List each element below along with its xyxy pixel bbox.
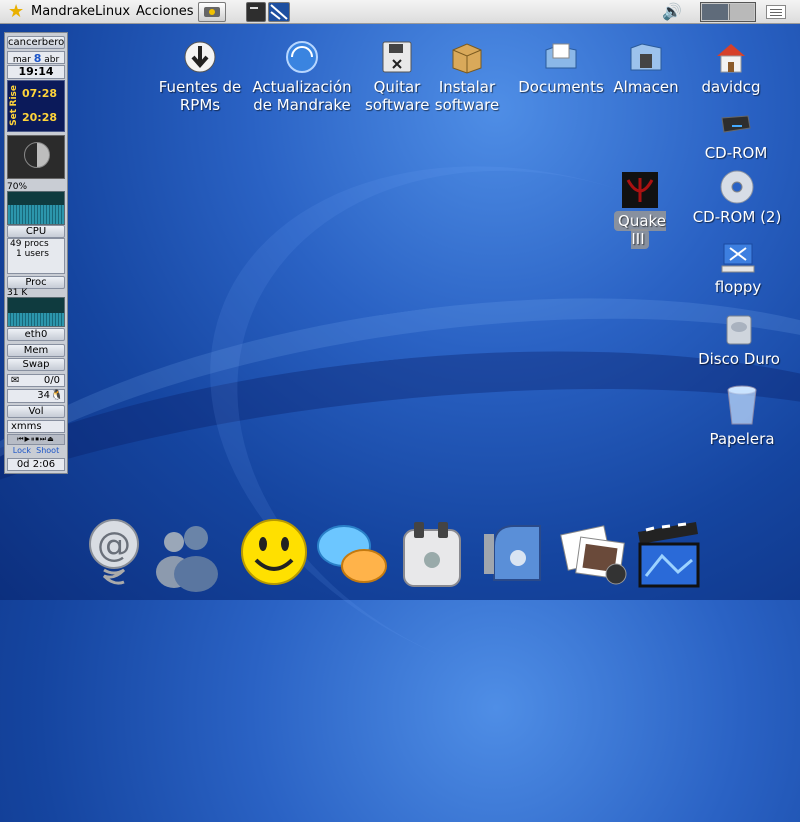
- net-rate: 31 K: [7, 288, 28, 298]
- host-label: cancerbero: [7, 36, 65, 49]
- home-icon: [713, 40, 749, 74]
- terminal-icon[interactable]: [246, 2, 266, 22]
- distro-menu[interactable]: MandrakeLinux: [31, 3, 130, 21]
- xmms-controls[interactable]: ⏮▶⏸⏹⏭⏏: [7, 434, 65, 445]
- kde-control-icon[interactable]: [268, 2, 290, 22]
- mail-icon[interactable]: @: [80, 516, 154, 592]
- workspace-pager[interactable]: [700, 2, 756, 22]
- net-graph: [7, 297, 65, 327]
- desktop-icon-cdrom[interactable]: CD-ROM: [696, 106, 776, 162]
- chat-icon[interactable]: [316, 516, 390, 592]
- xmms-label: xmms: [7, 420, 65, 433]
- desktop-icon-almacen[interactable]: Almacen: [610, 40, 682, 96]
- storage-folder-icon: [628, 40, 664, 74]
- desktop-icon-floppy[interactable]: floppy: [700, 240, 776, 296]
- desktop-icon-quake[interactable]: Quake III: [604, 172, 676, 249]
- workspace-1[interactable]: [702, 4, 728, 20]
- svg-text:@: @: [97, 525, 131, 565]
- movie-icon[interactable]: [632, 516, 706, 592]
- uptime: 0d 2:06: [7, 458, 65, 471]
- top-panel: ★ MandrakeLinux Acciones 🔊: [0, 0, 800, 24]
- desktop-icon-documents[interactable]: Documents: [516, 40, 606, 96]
- moon-phase-icon: [7, 135, 65, 179]
- cd-disc-icon: [719, 170, 755, 204]
- cpu-label[interactable]: CPU: [7, 225, 65, 238]
- mem-label[interactable]: Mem: [7, 344, 65, 357]
- folder-documents-icon: [543, 40, 579, 74]
- speaker-icon[interactable]: 🔊: [662, 2, 686, 22]
- run-dialog-icon[interactable]: [198, 2, 226, 22]
- harddisk-icon: [721, 312, 757, 346]
- desktop-icon-remove-software[interactable]: Quitar software: [365, 40, 429, 114]
- desktop-icon-install-software[interactable]: Instalar software: [432, 40, 502, 114]
- trash-can-icon: [724, 384, 760, 426]
- volume-label[interactable]: Vol: [7, 405, 65, 418]
- cpu-graph: [7, 191, 65, 225]
- desktop-icon-home[interactable]: davidcg: [696, 40, 766, 96]
- desktop-icon-trash[interactable]: Papelera: [700, 384, 784, 448]
- toaster-icon[interactable]: [398, 516, 472, 592]
- update-globe-icon: [284, 40, 320, 74]
- mail-count[interactable]: ✉ 0/0: [7, 374, 65, 387]
- lock-shoot[interactable]: Lock Shoot: [7, 446, 65, 457]
- proc-graph: 49 procs 1 users: [7, 238, 65, 274]
- star-icon[interactable]: ★: [8, 2, 27, 21]
- package-box-icon: [449, 40, 485, 74]
- swap-label[interactable]: Swap: [7, 358, 65, 371]
- mailbox-icon[interactable]: [480, 516, 554, 592]
- clock-time: 19:14: [7, 65, 65, 79]
- sun-clock: Rise 07:28 Set 20:28: [7, 80, 65, 132]
- smiley-icon[interactable]: [238, 516, 312, 592]
- messenger-icon[interactable]: [152, 516, 226, 592]
- download-icon: [182, 40, 218, 74]
- workspace-2[interactable]: [729, 4, 754, 20]
- desktop-icon-cdrom-2[interactable]: CD-ROM (2): [688, 170, 786, 226]
- date-display: mar 8 abr: [7, 51, 65, 65]
- window-list-icon[interactable]: [766, 5, 786, 19]
- cdrom-drive-icon: [718, 106, 754, 140]
- photos-icon[interactable]: [558, 516, 632, 592]
- floppy-remove-icon: [379, 40, 415, 74]
- net-label[interactable]: eth0: [7, 328, 65, 341]
- quake-logo-icon: [622, 172, 658, 208]
- desktop-icon-harddisk[interactable]: Disco Duro: [696, 312, 782, 368]
- cpu-percent: 70%: [7, 182, 28, 192]
- tux-icon: 🐧: [50, 390, 63, 401]
- mail-icon: ✉: [11, 375, 20, 386]
- floppy-drive-icon: [720, 240, 756, 274]
- temp-sensor: 34 🐧: [7, 389, 65, 403]
- desktop-icon-mandrake-update[interactable]: Actualización de Mandrake: [250, 40, 354, 114]
- actions-menu[interactable]: Acciones: [136, 3, 194, 21]
- gkrellm-monitor: cancerbero mar 8 abr 19:14 Rise 07:28 Se…: [4, 32, 68, 474]
- desktop-icon-rpm-sources[interactable]: Fuentes de RPMs: [155, 40, 245, 114]
